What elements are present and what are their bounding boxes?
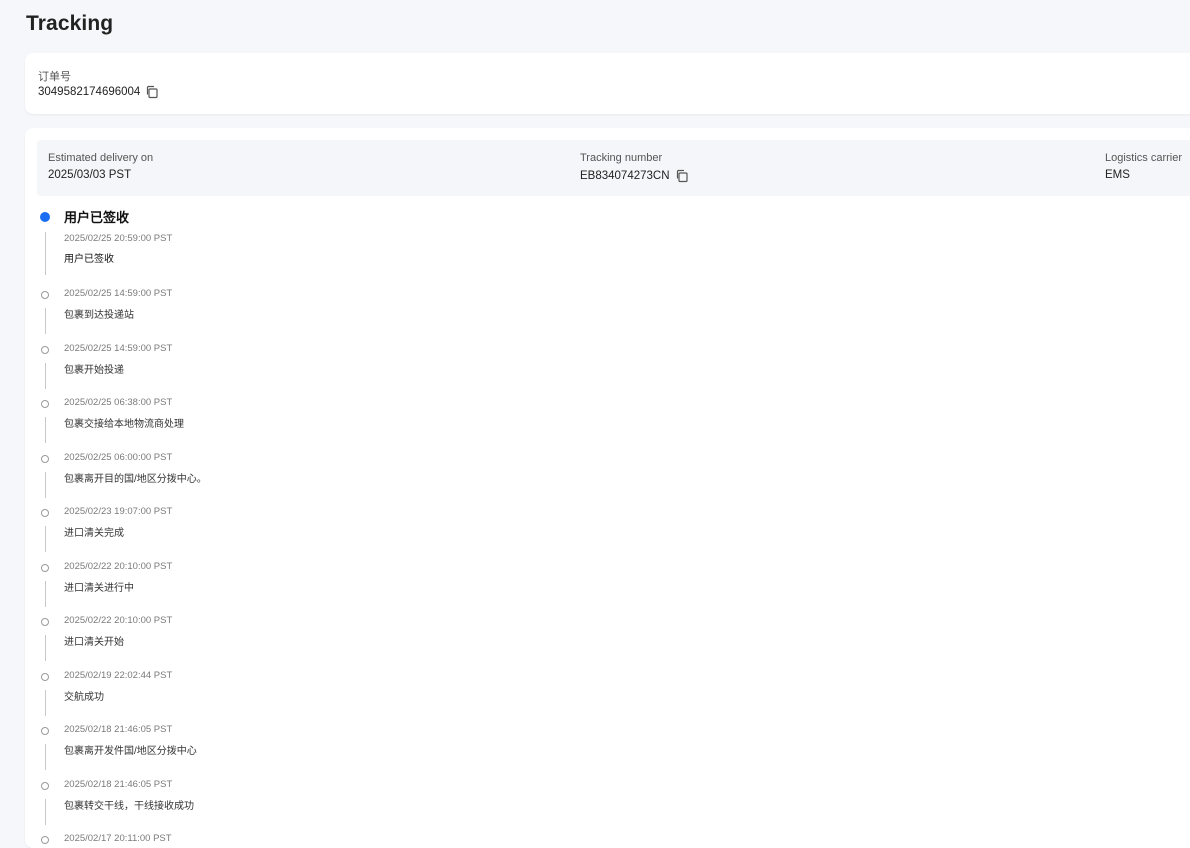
event-time: 2025/02/23 19:07:00 PST xyxy=(64,506,173,517)
tracking-timeline: 用户已签收 2025/02/25 20:59:00 PST 用户已签收 2025… xyxy=(39,210,1139,848)
timeline-connector xyxy=(45,362,46,389)
event-description: 进口清关开始 xyxy=(64,637,124,648)
timeline-dot xyxy=(41,454,49,463)
timeline-event: 2025/02/25 14:59:00 PST 包裹到达投递站 xyxy=(39,286,1139,341)
logistics-carrier-value: EMS xyxy=(1105,169,1130,181)
timeline-event: 2025/02/18 21:46:05 PST 包裹离开发件国/地区分拨中心 xyxy=(39,722,1139,777)
timeline-connector xyxy=(45,635,46,661)
timeline-connector xyxy=(45,471,46,498)
timeline-event: 2025/02/25 06:38:00 PST 包裹交接给本地物流商处理 xyxy=(39,395,1139,450)
event-time: 2025/02/25 14:59:00 PST xyxy=(64,288,173,299)
timeline-event: 用户已签收 2025/02/25 20:59:00 PST 用户已签收 xyxy=(39,210,1139,286)
event-description: 进口清关进行中 xyxy=(64,582,134,594)
tracking-number-row: EB834074273CN xyxy=(580,169,689,183)
timeline-event: 2025/02/25 06:00:00 PST 包裹离开目的国/地区分拨中心。 xyxy=(39,450,1139,505)
event-description: 包裹转交干线，干线接收成功 xyxy=(64,800,194,812)
estimated-delivery-label: Estimated delivery on xyxy=(48,152,154,164)
copy-tracking-number-icon[interactable] xyxy=(675,169,689,183)
timeline-connector xyxy=(45,308,46,334)
timeline-dot xyxy=(41,563,49,572)
timeline-event: 2025/02/23 19:07:00 PST 进口清关完成 xyxy=(39,504,1139,559)
event-time: 2025/02/17 20:11:00 PST xyxy=(64,833,172,844)
timeline-connector xyxy=(45,798,46,825)
event-time: 2025/02/25 20:59:00 PST xyxy=(64,233,173,244)
timeline-event: 2025/02/25 14:59:00 PST 包裹开始投递 xyxy=(39,341,1139,396)
event-time: 2025/02/22 20:10:00 PST xyxy=(64,560,173,572)
timeline-dot xyxy=(41,345,49,354)
event-description: 包裹交接给本地物流商处理 xyxy=(64,419,184,430)
timeline-connector xyxy=(45,232,46,275)
timeline-dot xyxy=(41,618,49,626)
event-description: 包裹离开目的国/地区分拨中心。 xyxy=(64,473,207,485)
timeline-connector xyxy=(45,417,46,443)
event-description: 交航成功 xyxy=(64,691,104,703)
timeline-dot-active xyxy=(40,212,50,222)
event-time: 2025/02/18 21:46:05 PST xyxy=(64,778,173,790)
tracking-number: Tracking number EB834074273CN xyxy=(580,152,689,183)
order-number-row: 3049582174696004 xyxy=(38,85,159,99)
timeline-dot xyxy=(41,400,49,408)
estimated-delivery-value: 2025/03/03 PST xyxy=(48,169,132,181)
estimated-delivery: Estimated delivery on 2025/03/03 PST xyxy=(48,152,153,181)
delivery-summary: Estimated delivery on 2025/03/03 PST Tra… xyxy=(37,140,1190,196)
page-title: Tracking xyxy=(26,12,114,35)
tracking-card: Estimated delivery on 2025/03/03 PST Tra… xyxy=(25,128,1190,848)
order-card: 订单号 3049582174696004 xyxy=(25,53,1190,114)
timeline-connector xyxy=(45,526,46,552)
current-status-title: 用户已签收 xyxy=(64,210,130,225)
timeline-dot xyxy=(41,672,49,681)
tracking-number-label: Tracking number xyxy=(580,152,663,164)
event-description: 用户已签收 xyxy=(64,254,114,265)
event-description: 包裹离开发件国/地区分拨中心 xyxy=(64,746,197,757)
timeline-connector xyxy=(45,580,46,607)
event-time: 2025/02/19 22:02:44 PST xyxy=(64,669,173,681)
timeline-dot xyxy=(41,509,49,517)
timeline-event: 2025/02/17 20:11:00 PST xyxy=(39,831,1139,848)
timeline-dot xyxy=(41,781,49,790)
tracking-number-value: EB834074273CN xyxy=(580,170,670,182)
event-time: 2025/02/18 21:46:05 PST xyxy=(64,724,173,735)
event-time: 2025/02/25 06:38:00 PST xyxy=(64,397,173,408)
order-number-label: 订单号 xyxy=(38,71,71,83)
event-description: 包裹到达投递站 xyxy=(64,310,134,321)
timeline-dot xyxy=(41,727,49,735)
logistics-carrier: Logistics carrier EMS xyxy=(1105,152,1182,181)
timeline-connector xyxy=(45,744,46,770)
event-time: 2025/02/25 06:00:00 PST xyxy=(64,451,173,463)
timeline-event: 2025/02/19 22:02:44 PST 交航成功 xyxy=(39,668,1139,723)
timeline-event: 2025/02/22 20:10:00 PST 进口清关开始 xyxy=(39,613,1139,668)
timeline-dot xyxy=(41,291,49,299)
event-time: 2025/02/22 20:10:00 PST xyxy=(64,615,173,626)
timeline-connector xyxy=(45,689,46,716)
event-description: 进口清关完成 xyxy=(64,528,124,539)
copy-order-number-icon[interactable] xyxy=(145,85,159,99)
timeline-event: 2025/02/22 20:10:00 PST 进口清关进行中 xyxy=(39,559,1139,614)
event-time: 2025/02/25 14:59:00 PST xyxy=(64,342,173,354)
logistics-carrier-label: Logistics carrier xyxy=(1105,152,1183,164)
event-description: 包裹开始投递 xyxy=(64,364,124,376)
timeline-event: 2025/02/18 21:46:05 PST 包裹转交干线，干线接收成功 xyxy=(39,777,1139,832)
timeline-dot xyxy=(41,836,49,844)
order-number-value: 3049582174696004 xyxy=(38,86,141,98)
